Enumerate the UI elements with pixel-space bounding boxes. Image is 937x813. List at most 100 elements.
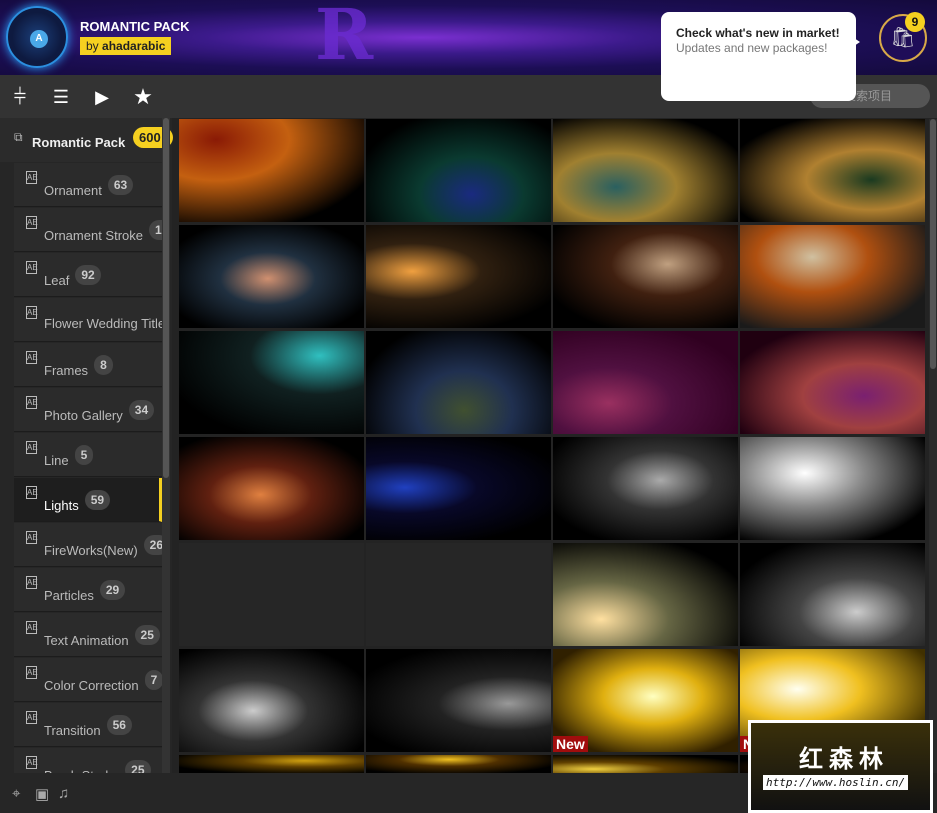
sidebar-item-count: 26 [143,535,162,555]
ae-file-icon: AE [26,261,38,274]
thumbnail-tile[interactable] [179,437,364,540]
ae-file-icon: AE [26,531,38,544]
sidebar-item[interactable]: AE Frames 8 [14,343,162,387]
tooltip-subtext: Updates and new packages! [676,41,828,55]
sidebar-item-label: Brush Stroke25 [44,760,151,773]
ae-file-icon: AE [26,576,38,589]
thumbnail-tile[interactable] [553,755,738,773]
sidebar-item[interactable]: AE Text Animation 25 [14,613,162,657]
ae-file-icon: AE [26,711,38,724]
thumbnail-tile[interactable] [179,119,364,222]
sidebar-item[interactable]: AE Line 5 [14,433,162,477]
author-name: ahadarabic [102,39,166,53]
ae-file-icon: AE [26,306,38,319]
sidebar-item-count: 7 [144,670,162,690]
sliders-icon[interactable]: ⫩ [8,85,32,109]
new-badge: New [553,736,588,752]
sidebar-item-count: 63 [107,175,134,195]
ae-file-icon: AE [26,621,38,634]
watermark-text: 红森林 [799,746,889,773]
category-sidebar: AEOrnament63AEOrnament Stroke16AELeaf92A… [0,118,172,773]
thumbnail-tile[interactable] [366,649,551,752]
sidebar-item[interactable]: AE Ornament 63 [14,163,162,207]
thumbnail-tile[interactable] [553,543,738,646]
thumbnail-tile[interactable] [366,331,551,434]
cart-count-badge: 9 [905,12,925,32]
pack-title: ROMANTIC PACK [80,19,190,34]
thumbnail-tile[interactable] [553,119,738,222]
sidebar-item[interactable]: AE Particles 29 [14,568,162,612]
ae-file-icon: AE [26,216,38,229]
thumbnail-tile[interactable] [740,331,925,434]
watermark: 红森林 http://www.hoslin.cn/ [748,720,933,813]
sidebar-item-count: 59 [84,490,111,510]
sidebar-item[interactable]: AE Lights 59 [14,478,162,522]
thumbnail-tile[interactable] [740,437,925,540]
thumbnail-tile[interactable]: New [553,649,738,752]
sidebar-item-label: Lights 59 [44,490,111,516]
thumbnail-tile[interactable] [366,225,551,328]
ae-file-icon: AE [26,351,38,364]
banner-art: R [315,0,374,76]
author-badge[interactable]: by ahadarabic [80,37,172,55]
thumbnail-tile[interactable] [366,119,551,222]
sidebar-item-label: Flower Wedding Title [44,316,162,331]
sidebar-item[interactable]: AE Photo Gallery 34 [14,388,162,432]
sidebar-item[interactable]: AE Flower Wedding Title [14,298,162,342]
video-file-icon[interactable]: ▶ [90,85,114,109]
thumbnail-tile[interactable] [366,437,551,540]
sidebar-item-label: Text Animation 25 [44,625,160,651]
sidebar-item-label: Leaf 92 [44,265,101,291]
sidebar-item-count: 34 [128,400,155,420]
sidebar-item-label: FireWorks(New) 26 [44,535,162,561]
sidebar-item-count: 29 [99,580,126,600]
thumbnail-tile[interactable] [553,225,738,328]
ae-file-icon: AE [26,486,38,499]
thumbnail-tile[interactable] [366,755,551,773]
sidebar-item[interactable]: AE Transition 56 [14,703,162,747]
thumbnail-grid: NewNew [179,119,927,773]
target-icon[interactable]: ⌖ [12,785,20,802]
thumbnail-tile[interactable] [553,331,738,434]
star-icon[interactable]: ★ [131,85,155,109]
sidebar-item[interactable]: AE Brush Stroke25 [14,748,162,773]
sidebar-item-count: 56 [106,715,132,735]
thumbnail-tile[interactable] [179,225,364,328]
sidebar-item[interactable]: AE Color Correction 7 [14,658,162,702]
sidebar-item-label: Ornament 63 [44,175,134,201]
sidebar-item-count: 25 [134,625,160,645]
play-icon[interactable]: ▣ [35,785,49,803]
sidebar-item[interactable]: AE Ornament Stroke16 [14,208,162,252]
grid-scrollbar[interactable] [929,119,937,773]
root-label: Romantic Pack [32,135,126,150]
ae-file-icon: AE [26,666,38,679]
thumbnail-tile[interactable] [179,331,364,434]
music-icon[interactable]: ♫ [58,785,69,802]
list-icon[interactable]: ☰ [49,85,73,109]
sidebar-item-label: Frames 8 [44,355,113,381]
sidebar-item-count: 25 [125,760,151,773]
sidebar-scrollbar[interactable] [162,118,170,773]
sidebar-item-label: Photo Gallery 34 [44,400,155,426]
sidebar-item-label: Ornament Stroke16 [44,220,162,246]
sidebar-item-label: Line 5 [44,445,94,471]
app-logo: A [6,6,68,68]
thumbnail-tile[interactable] [740,119,925,222]
thumbnail-tile[interactable] [553,437,738,540]
sidebar-item-count: 16 [149,220,162,240]
sidebar-item-label: Transition 56 [44,715,132,741]
sidebar-root-romantic-pack[interactable]: ⧉ Romantic Pack 600 [0,118,173,162]
empty-tile [179,543,364,646]
sidebar-item[interactable]: AE FireWorks(New) 26 [14,523,162,567]
thumbnail-tile[interactable] [740,543,925,646]
market-tooltip[interactable]: Check what's new in market! Updates and … [661,12,860,101]
sidebar-item[interactable]: AE Leaf 92 [14,253,162,297]
sidebar-item-label: Particles 29 [44,580,126,606]
sidebar-item-count: 8 [94,355,113,375]
ae-file-icon: AE [26,171,38,184]
thumbnail-tile[interactable] [179,755,364,773]
thumbnail-tile[interactable] [740,225,925,328]
by-label: by [86,39,99,53]
ae-file-icon: AE [26,396,38,409]
thumbnail-tile[interactable] [179,649,364,752]
